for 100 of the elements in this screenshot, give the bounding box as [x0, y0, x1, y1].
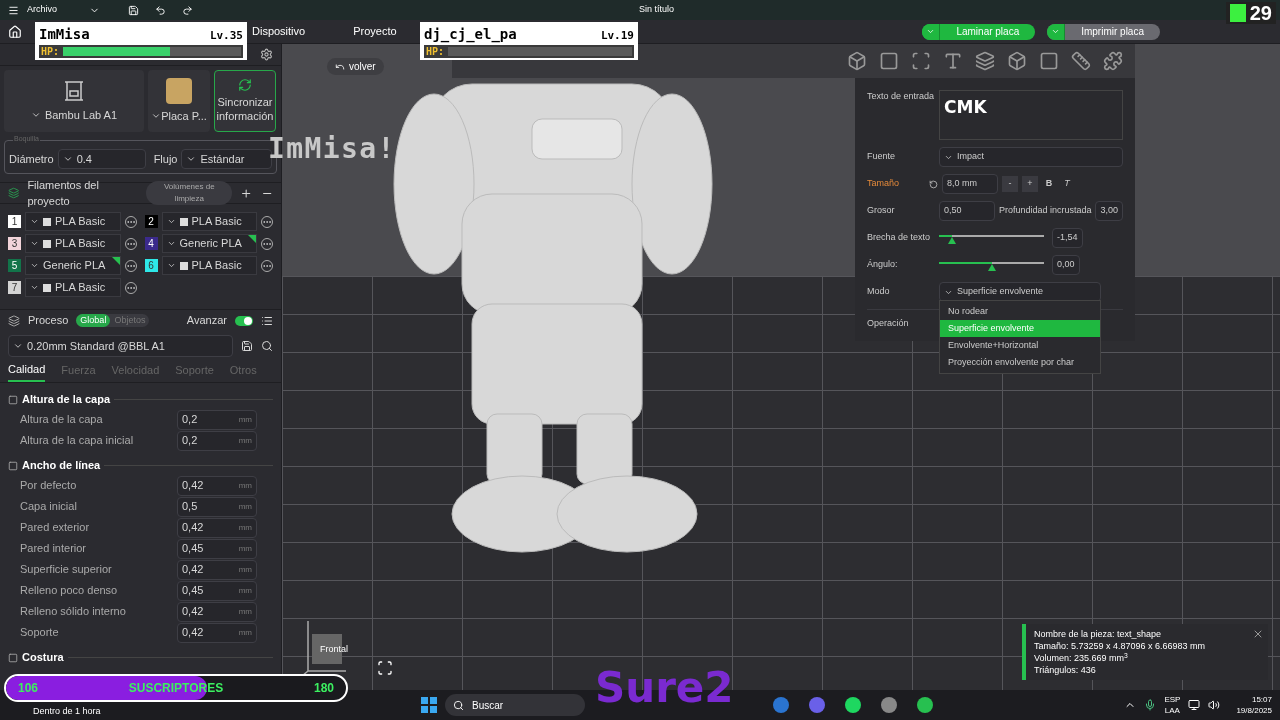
app-icon[interactable] — [917, 697, 933, 713]
search-icon[interactable] — [261, 340, 273, 352]
diameter-dropdown[interactable]: 0.4 — [57, 149, 146, 169]
home-icon[interactable] — [8, 24, 22, 39]
microphone-icon[interactable] — [1144, 699, 1157, 711]
assembly-icon[interactable] — [1103, 51, 1123, 71]
tool-icon[interactable] — [943, 51, 963, 71]
nav-tab[interactable]: Dispositivo — [248, 23, 310, 40]
save-icon[interactable] — [241, 340, 253, 352]
weather-widget[interactable]: Dentro de 1 hora — [33, 704, 413, 718]
window-title: Sin título — [639, 3, 674, 17]
app-icon[interactable] — [881, 697, 897, 713]
bold-button[interactable]: B — [1042, 177, 1056, 191]
setting-input[interactable]: 0,2 mm — [177, 409, 257, 430]
filament-dropdown[interactable]: PLA Basic — [161, 212, 257, 231]
tool-icon[interactable] — [911, 51, 931, 71]
setting-input[interactable]: 0,45 mm — [177, 580, 257, 601]
mode-option[interactable]: Proyección envolvente por char — [940, 354, 1100, 371]
filament-number: 4 — [144, 237, 158, 250]
diameter-label: Diámetro — [9, 151, 54, 167]
filament-dropdown[interactable]: PLA Basic — [25, 278, 121, 297]
mode-option[interactable]: Envolvente+Horizontal — [940, 337, 1100, 354]
app-icon[interactable] — [845, 697, 861, 713]
mode-option[interactable]: No rodear — [940, 303, 1100, 320]
flow-label: Flujo — [153, 151, 178, 167]
filament-dropdown[interactable]: PLA Basic — [25, 234, 121, 253]
increase-button[interactable]: + — [1022, 176, 1038, 192]
text-input[interactable]: CMK — [939, 90, 1123, 140]
add-icon[interactable] — [240, 186, 253, 200]
tool-icon[interactable] — [847, 51, 867, 71]
setting-input[interactable]: 0,42 mm — [177, 475, 257, 496]
caret-icon — [30, 283, 39, 292]
font-dropdown[interactable]: Impact — [939, 147, 1123, 167]
setting-input[interactable]: 0,42 mm — [177, 622, 257, 643]
nav-tab[interactable]: Proyecto — [349, 23, 401, 40]
menu-icon[interactable] — [8, 4, 19, 16]
back-button[interactable]: volver — [327, 58, 384, 75]
filament-dropdown[interactable]: Generic PLA — [25, 256, 121, 275]
flush-volumes-button[interactable]: Volúmenes de limpieza — [146, 181, 233, 205]
language-code[interactable]: ESP — [1164, 694, 1181, 705]
preset-dropdown[interactable]: 0.20mm Standard @BBL A1 — [8, 335, 233, 357]
measure-icon[interactable] — [1071, 51, 1091, 71]
player-name: ImMisa — [39, 25, 90, 44]
settings-icon[interactable] — [260, 48, 273, 61]
angle-input[interactable]: 0,00 — [1052, 255, 1080, 275]
reset-icon[interactable] — [929, 179, 938, 189]
setting-input[interactable]: 0,42 mm — [177, 559, 257, 580]
plate-selector[interactable]: Placa P... — [148, 70, 210, 132]
section-icon — [8, 652, 18, 663]
app-icon[interactable] — [773, 697, 789, 713]
filament-dropdown[interactable]: PLA Basic — [161, 256, 257, 275]
filament-dropdown[interactable]: Generic PLA — [161, 234, 257, 253]
gap-slider[interactable] — [939, 232, 1044, 244]
sync-button[interactable]: Sincronizar información — [214, 70, 276, 132]
decrease-button[interactable]: - — [1002, 176, 1018, 192]
filament-brand-icon — [43, 239, 51, 248]
gap-input[interactable]: -1,54 — [1052, 228, 1083, 248]
tool-icon[interactable] — [1007, 51, 1027, 71]
filaments-title: Filamentos del proyecto — [27, 177, 100, 209]
settings-tab[interactable]: Calidad — [8, 361, 46, 382]
setting-input[interactable]: 0,5 mm — [177, 496, 257, 517]
close-icon[interactable] — [1252, 628, 1264, 640]
mode-dropdown[interactable]: Superficie envolvente — [939, 282, 1101, 302]
italic-button[interactable]: T — [1060, 177, 1074, 191]
section-title: Altura de la capa — [22, 392, 111, 408]
setting-input[interactable]: 0,45 mm — [177, 538, 257, 559]
angle-slider[interactable] — [939, 259, 1044, 271]
taskbar-search[interactable]: Buscar — [445, 694, 585, 716]
thickness-input[interactable]: 0,50 — [939, 201, 995, 221]
keyboard-region[interactable]: LAA — [1164, 705, 1180, 716]
tool-icon[interactable] — [879, 51, 899, 71]
caret-icon — [30, 261, 39, 270]
printer-selector[interactable]: Bambu Lab A1 — [4, 70, 144, 132]
hp-label: HP: — [41, 45, 60, 59]
tool-icon[interactable] — [1039, 51, 1059, 71]
depth-input[interactable]: 3,00 — [1095, 201, 1123, 221]
plate-thumbnail — [166, 77, 192, 104]
filament-brand-icon — [179, 261, 188, 270]
filament-dropdown[interactable]: PLA Basic — [25, 212, 121, 231]
clock-date[interactable]: 19/8/2025 — [1236, 705, 1272, 716]
advanced-switch[interactable] — [235, 315, 253, 326]
section-title: Costura — [22, 650, 64, 666]
app-icon[interactable] — [809, 697, 825, 713]
setting-input[interactable]: 0,2 mm — [177, 430, 257, 451]
tool-icon[interactable] — [975, 51, 995, 71]
size-input[interactable]: 8,0 mm — [942, 174, 998, 194]
gap-label: Brecha de texto — [867, 231, 932, 245]
list-icon[interactable] — [261, 314, 273, 327]
redo-icon[interactable] — [182, 4, 193, 16]
windows-start-icon[interactable] — [421, 697, 437, 713]
setting-input[interactable]: 0,42 mm — [177, 601, 257, 622]
action-button[interactable]: Imprimir placa — [1047, 23, 1160, 40]
setting-input[interactable]: 0,42 mm — [177, 517, 257, 538]
player-level: Lv.35 — [209, 28, 243, 44]
volume-icon[interactable] — [1208, 699, 1221, 711]
file-menu[interactable]: Archivo — [27, 3, 57, 17]
caret-icon — [62, 154, 73, 164]
clock-time[interactable]: 15:07 — [1251, 694, 1272, 705]
advanced-label: Avanzar — [186, 313, 227, 329]
undo-icon[interactable] — [155, 4, 166, 16]
